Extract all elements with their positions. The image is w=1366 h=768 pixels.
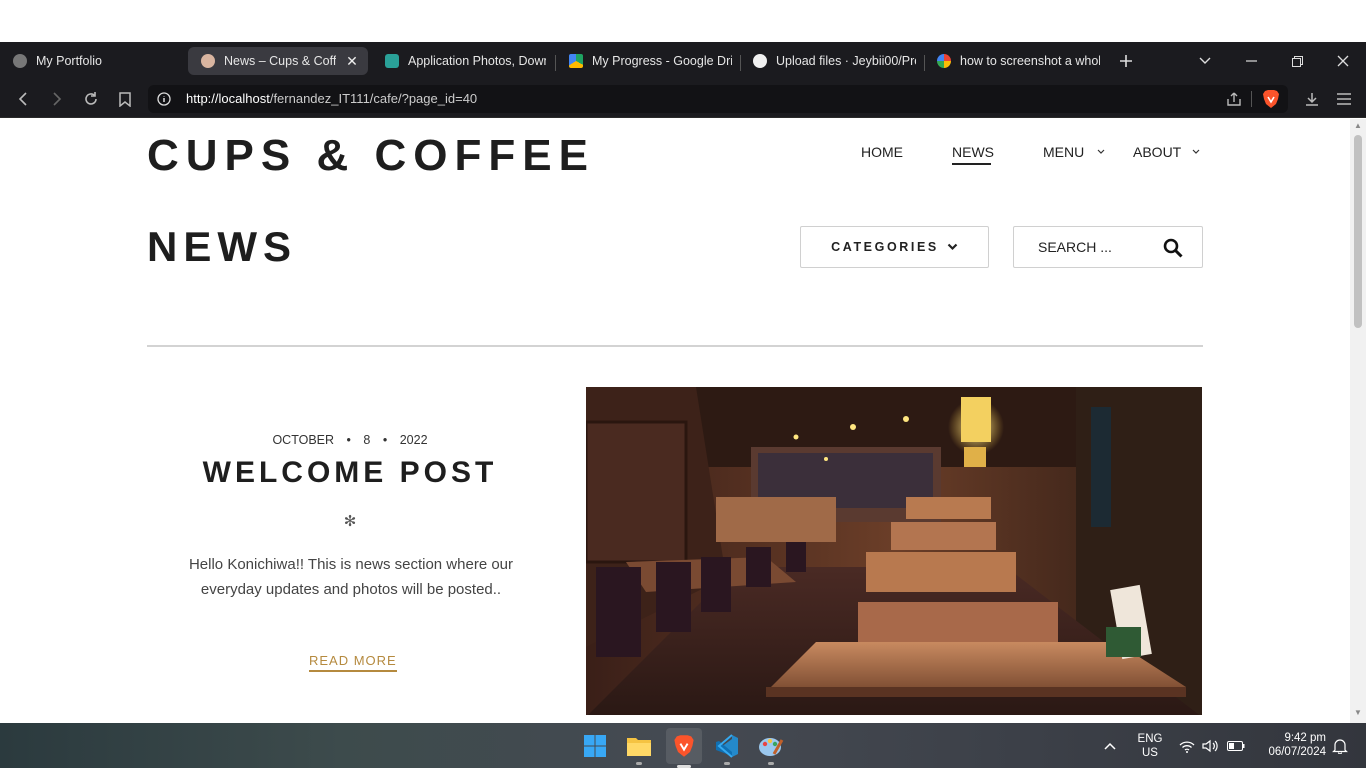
- globe-icon: [13, 54, 27, 68]
- clock-date: 06/07/2024: [1268, 746, 1326, 758]
- show-hidden-icons-chevron-icon[interactable]: [1098, 731, 1122, 761]
- address-bar: http://localhost/fernandez_IT111/cafe/?p…: [0, 80, 1366, 118]
- nav-menu-label: MENU: [1043, 144, 1085, 160]
- cafe-interior-illustration: [586, 387, 1202, 715]
- categories-dropdown-button[interactable]: CATEGORIES: [800, 226, 989, 268]
- scroll-thumb[interactable]: [1354, 135, 1362, 328]
- running-indicator: [724, 762, 730, 765]
- nav-news-label: NEWS: [952, 144, 994, 160]
- post-day: 8: [363, 433, 371, 447]
- minimize-icon[interactable]: [1228, 42, 1274, 80]
- nav-news[interactable]: NEWS: [952, 144, 994, 160]
- tab-title: My Progress - Google Drive: [592, 54, 732, 68]
- language-indicator[interactable]: ENG US: [1132, 732, 1168, 760]
- brave-browser-icon[interactable]: [666, 728, 702, 768]
- battery-icon[interactable]: [1225, 731, 1247, 761]
- running-indicator: [636, 762, 642, 765]
- url-host: http://localhost: [186, 91, 270, 106]
- scroll-up-arrow-icon[interactable]: ▲: [1354, 122, 1362, 130]
- tab-title: Application Photos, Download: [408, 54, 546, 68]
- google-icon: [937, 54, 951, 68]
- tab-upload-files[interactable]: Upload files · Jeybii00/Proj: [740, 47, 920, 75]
- post-year: 2022: [399, 433, 428, 447]
- page-title: NEWS: [147, 223, 297, 270]
- nav-active-underline: [952, 163, 991, 165]
- categories-label: CATEGORIES: [831, 240, 939, 254]
- brave-shields-icon[interactable]: [1262, 89, 1280, 109]
- app-favicon-icon: [385, 54, 399, 68]
- tab-application-photos[interactable]: Application Photos, Download: [372, 47, 550, 75]
- search-placeholder: SEARCH ...: [1038, 239, 1112, 255]
- close-window-icon[interactable]: [1320, 42, 1366, 80]
- forward-arrow-icon[interactable]: [47, 89, 67, 109]
- scroll-down-arrow-icon[interactable]: ▼: [1354, 709, 1362, 717]
- nav-about-label: ABOUT: [1133, 144, 1182, 160]
- site-info-icon[interactable]: [157, 92, 171, 106]
- reload-icon[interactable]: [81, 89, 101, 109]
- paint-app-icon[interactable]: [756, 731, 786, 765]
- search-field[interactable]: SEARCH ...: [1013, 226, 1203, 268]
- post-month: OCTOBER: [272, 433, 335, 447]
- notification-bell-icon[interactable]: [1330, 731, 1350, 761]
- restore-icon[interactable]: [1274, 42, 1320, 80]
- page-viewport: CUPS & COFFEE HOME NEWS MENU ABOUT NEWS …: [0, 119, 1350, 723]
- site-title[interactable]: CUPS & COFFEE: [147, 131, 595, 181]
- hamburger-menu-icon[interactable]: [1334, 89, 1354, 109]
- google-drive-icon: [569, 54, 583, 68]
- url-text: http://localhost/fernandez_IT111/cafe/?p…: [186, 91, 477, 106]
- nav-home-label: HOME: [861, 144, 903, 160]
- read-more-link[interactable]: READ MORE: [309, 653, 397, 672]
- new-tab-plus-icon[interactable]: [1116, 51, 1136, 71]
- tab-my-portfolio[interactable]: My Portfolio: [0, 47, 180, 75]
- windows-start-icon[interactable]: [580, 731, 610, 761]
- share-icon[interactable]: [1226, 91, 1242, 107]
- wifi-icon[interactable]: [1177, 731, 1197, 761]
- github-icon: [753, 54, 767, 68]
- date-dot: •: [382, 433, 388, 447]
- post-excerpt: Hello Konichiwa!! This is news section w…: [188, 556, 514, 598]
- post-title[interactable]: WELCOME POST: [150, 456, 550, 490]
- volume-icon[interactable]: [1200, 731, 1220, 761]
- tab-title: how to screenshot a whole: [960, 54, 1100, 68]
- nav-home[interactable]: HOME: [861, 144, 903, 160]
- downloads-icon[interactable]: [1302, 89, 1322, 109]
- back-arrow-icon[interactable]: [13, 89, 33, 109]
- vertical-scrollbar[interactable]: ▲ ▼: [1350, 119, 1366, 723]
- nav-about[interactable]: ABOUT: [1133, 144, 1200, 160]
- close-tab-icon[interactable]: ✕: [344, 53, 360, 69]
- post-date: OCTOBER • 8 • 2022: [200, 433, 500, 447]
- url-field[interactable]: http://localhost/fernandez_IT111/cafe/?p…: [148, 85, 1288, 113]
- cafe-interior-image[interactable]: [586, 387, 1202, 715]
- tab-my-progress[interactable]: My Progress - Google Drive: [556, 47, 736, 75]
- tab-title: My Portfolio: [36, 54, 102, 68]
- chevron-down-icon: [1097, 149, 1105, 154]
- asterisk-ornament-icon: ✻: [343, 513, 357, 530]
- tab-title: News – Cups & Coffee: [224, 54, 336, 68]
- clock[interactable]: 9:42 pm 06/07/2024: [1258, 731, 1326, 759]
- tab-how-to-screenshot[interactable]: how to screenshot a whole: [924, 47, 1104, 75]
- top-blank-strip: [0, 0, 1366, 42]
- file-explorer-icon[interactable]: [624, 731, 654, 765]
- header-divider: [147, 345, 1203, 347]
- url-path: /fernandez_IT111/cafe/?page_id=40: [269, 91, 478, 106]
- date-dot: •: [346, 433, 351, 447]
- language-code: ENG: [1137, 733, 1163, 745]
- nav-menu[interactable]: MENU: [1043, 144, 1105, 160]
- vscode-icon[interactable]: [712, 731, 742, 765]
- chevron-down-icon: [1192, 149, 1200, 154]
- url-separator: [1251, 91, 1252, 107]
- chevron-down-icon: [947, 243, 958, 251]
- search-icon[interactable]: [1163, 238, 1183, 258]
- tab-bar: My Portfolio News – Cups & Coffee ✕ Appl…: [0, 42, 1366, 80]
- clock-time: 9:42 pm: [1284, 732, 1326, 744]
- tab-list-chevron-icon[interactable]: [1182, 42, 1228, 80]
- windows-taskbar: ENG US 9:42 pm 06/07/2024: [0, 723, 1366, 768]
- bookmark-icon[interactable]: [115, 89, 135, 109]
- running-indicator: [768, 762, 774, 765]
- keyboard-region: US: [1142, 747, 1158, 759]
- tab-title: Upload files · Jeybii00/Proj: [776, 54, 916, 68]
- wordpress-favicon-icon: [201, 54, 215, 68]
- tab-news-cups-coffee[interactable]: News – Cups & Coffee ✕: [188, 47, 368, 75]
